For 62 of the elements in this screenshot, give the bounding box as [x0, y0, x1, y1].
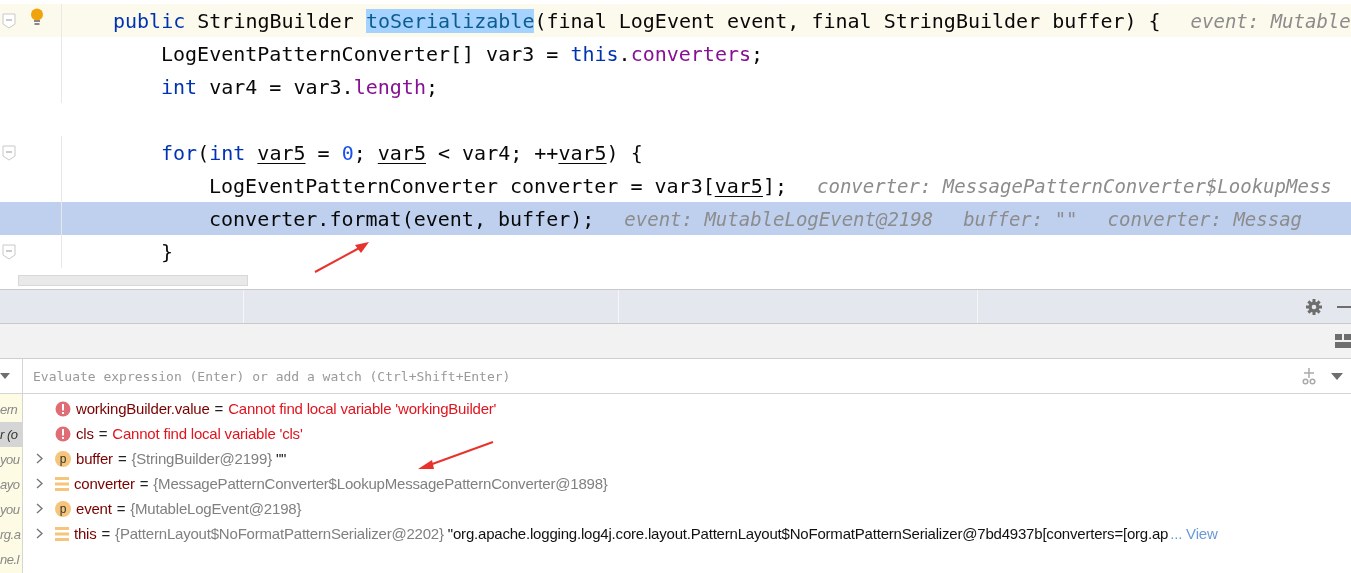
inline-value-hint: converter: MessagePatternConverter$LookupMess — [817, 174, 1332, 197]
dropdown-icon[interactable] — [1331, 372, 1343, 380]
dropdown-icon[interactable] — [0, 373, 10, 379]
variable-name: workingBuilder.value — [76, 400, 210, 417]
variable-name: buffer — [76, 450, 113, 467]
frame-item[interactable]: you — [0, 447, 22, 472]
code-line: converter.format(event, buffer); — [209, 206, 595, 231]
equals-sign: = — [139, 475, 149, 492]
variable-type: {StringBuilder@2199} — [131, 450, 272, 467]
fold-marker-icon[interactable] — [2, 144, 16, 161]
minimize-icon[interactable] — [1337, 304, 1351, 309]
parameter-icon: p — [55, 450, 71, 467]
lightbulb-icon[interactable] — [30, 7, 44, 26]
frame-item[interactable]: ne.l — [0, 547, 22, 572]
variable-type: {MessagePatternConverter$LookupMessagePatternConverter@1898} — [153, 475, 608, 492]
error-message: Cannot find local variable 'workingBuilder' — [228, 400, 497, 417]
variable-name: cls — [76, 425, 94, 442]
variable-name: this — [74, 525, 97, 542]
code-line: public StringBuilder toSerializable(final LogEvent event, final StringBuilder buffer) { — [113, 8, 1161, 33]
equals-sign: = — [116, 500, 126, 517]
fold-marker-icon[interactable] — [2, 12, 16, 29]
code-line: LogEventPatternConverter[] var3 = this.converters; — [161, 41, 764, 66]
frame-item[interactable]: ern — [0, 397, 22, 422]
fold-marker-icon[interactable] — [2, 243, 16, 260]
variable-name: converter — [74, 475, 135, 492]
inline-value-hint: buffer: "" — [963, 207, 1078, 230]
frame-item[interactable]: r (o — [0, 422, 22, 447]
expand-chevron-icon[interactable] — [35, 503, 43, 514]
variable-type: {MutableLogEvent@2198} — [130, 500, 302, 517]
add-watch-icon[interactable] — [1301, 367, 1317, 385]
error-icon — [55, 400, 71, 417]
equals-sign: = — [117, 450, 127, 467]
equals-sign: = — [214, 400, 224, 417]
frame-item[interactable]: rg.a — [0, 522, 22, 547]
variable-value: "org.apache.logging.log4j.core.layout.PatternLayout$NoFormatPatternSerializer@7bd4937b[converters=[org.ap — [447, 525, 1169, 542]
code-line: } — [161, 239, 174, 264]
settings-icon[interactable] — [1305, 297, 1323, 316]
view-link[interactable]: ... View — [1170, 525, 1218, 542]
expand-chevron-icon[interactable] — [35, 528, 43, 539]
field-icon — [55, 525, 69, 542]
frame-item[interactable]: ayo — [0, 472, 22, 497]
code-line: LogEventPatternConverter converter = var3[var5]; — [209, 173, 787, 198]
field-icon — [55, 475, 69, 492]
variable-name: event — [76, 500, 112, 517]
error-message: Cannot find local variable 'cls' — [112, 425, 303, 442]
expand-chevron-icon[interactable] — [35, 478, 43, 489]
layout-icon[interactable] — [1335, 334, 1351, 348]
equals-sign: = — [98, 425, 108, 442]
equals-sign: = — [101, 525, 111, 542]
variable-value: "" — [275, 450, 287, 467]
frame-item[interactable]: you — [0, 497, 22, 522]
parameter-icon: p — [55, 500, 71, 517]
inline-value-hint: converter: Messag — [1107, 207, 1303, 230]
watch-expression-field[interactable]: Evaluate expression (Enter) or add a watch (Ctrl+Shift+Enter) — [33, 361, 1287, 391]
code-line: int var4 = var3.length; — [161, 74, 438, 99]
inline-value-hint: event: Mutable — [1190, 9, 1351, 32]
variable-type: {PatternLayout$NoFormatPatternSerializer@2202} — [115, 525, 444, 542]
expand-chevron-icon[interactable] — [35, 453, 43, 464]
code-line: for(int var5 = 0; var5 < var4; ++var5) { — [161, 140, 643, 165]
horizontal-scrollbar[interactable] — [18, 275, 248, 286]
inline-value-hint: event: MutableLogEvent@2198 — [624, 207, 934, 230]
error-icon — [55, 425, 71, 442]
